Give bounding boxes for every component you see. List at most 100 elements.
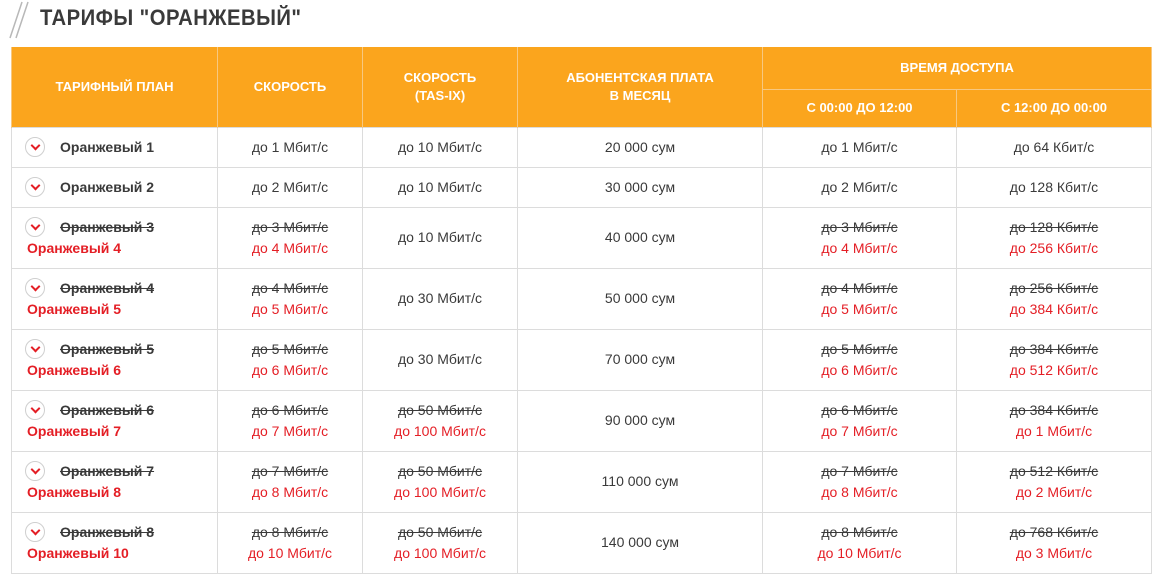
tasix-cell: до 50 Мбит/с до 100 Мбит/с: [362, 450, 518, 513]
plan-name-new: Оранжевый 5: [27, 300, 122, 317]
chevron-down-icon[interactable]: [25, 177, 45, 197]
table-row: Оранжевый 2 до 2 Мбит/с до 10 Мбит/с 30 …: [11, 166, 1152, 208]
chevron-down-icon[interactable]: [25, 400, 45, 420]
day-speed-cell: до 6 Мбит/с до 7 Мбит/с: [762, 389, 957, 452]
speed-old: до 3 Мбит/с: [251, 218, 329, 235]
tasix-cell: до 50 Мбит/с до 100 Мбит/с: [362, 389, 518, 452]
plan-name-old: Оранжевый 6: [60, 401, 155, 418]
header-access-day: С 00:00 ДО 12:00: [762, 88, 957, 127]
day-speed-new: до 7 Мбит/с: [821, 422, 898, 439]
tasix-old: до 50 Мбит/с: [397, 523, 483, 540]
header-access-night: С 12:00 ДО 00:00: [956, 88, 1152, 127]
night-speed-cell: до 384 Кбит/с до 1 Мбит/с: [956, 389, 1152, 452]
speed-new: до 10 Мбит/с: [247, 544, 333, 561]
night-speed-old: до 256 Кбит/с: [1009, 279, 1099, 296]
chevron-down-icon[interactable]: [25, 278, 45, 298]
speed-cell: до 1 Мбит/с: [217, 126, 363, 168]
chevron-down-icon[interactable]: [25, 137, 45, 157]
plan-name-new: Оранжевый 7: [27, 422, 122, 439]
table-row: Оранжевый 3 Оранжевый 4 до 3 Мбит/с до 4 …: [11, 206, 1152, 269]
speed-new: до 5 Мбит/с: [251, 300, 329, 317]
night-speed-new: до 512 Кбит/с: [1009, 361, 1099, 378]
speed-old: до 8 Мбит/с: [251, 523, 329, 540]
day-speed-old: до 8 Мбит/с: [821, 523, 898, 540]
speed-old: до 4 Мбит/с: [251, 279, 329, 296]
speed-old: до 6 Мбит/с: [251, 401, 329, 418]
tasix-new: до 100 Мбит/с: [394, 544, 486, 561]
chevron-down-icon[interactable]: [25, 461, 45, 481]
table-row: Оранжевый 4 Оранжевый 5 до 4 Мбит/с до 5 …: [11, 267, 1152, 330]
tasix-old: до 50 Мбит/с: [397, 462, 483, 479]
plan-name-old: Оранжевый 3: [60, 218, 155, 235]
fee-cell: 70 000 сум: [517, 328, 763, 391]
night-speed-new: до 384 Кбит/с: [1009, 300, 1099, 317]
night-speed-cell: до 64 Кбит/с: [956, 126, 1152, 168]
fee-cell: 140 000 сум: [517, 511, 763, 574]
plan-name-old: Оранжевый 7: [60, 462, 155, 479]
tariffs-page: ТАРИФЫ "ОРАНЖЕВЫЙ" ТАРИФНЫЙ ПЛАН СКОРОСТ…: [0, 0, 1161, 585]
table-row: Оранжевый 8 Оранжевый 10 до 8 Мбит/с до 1…: [11, 511, 1152, 574]
header-speed: СКОРОСТЬ: [217, 47, 363, 127]
day-speed-cell: до 3 Мбит/с до 4 Мбит/с: [762, 206, 957, 269]
night-speed-old: до 512 Кбит/с: [1009, 462, 1099, 479]
day-speed-old: до 4 Мбит/с: [821, 279, 898, 296]
plan-name: Оранжевый 1: [60, 138, 155, 155]
table-row: Оранжевый 5 Оранжевый 6 до 5 Мбит/с до 6 …: [11, 328, 1152, 391]
day-speed-cell: до 1 Мбит/с: [762, 126, 957, 168]
plan-name-new: Оранжевый 10: [27, 544, 129, 561]
fee-cell: 110 000 сум: [517, 450, 763, 513]
night-speed-old: до 768 Кбит/с: [1009, 523, 1099, 540]
chevron-down-icon[interactable]: [25, 522, 45, 542]
day-speed-cell: до 4 Мбит/с до 5 Мбит/с: [762, 267, 957, 330]
day-speed-cell: до 2 Мбит/с: [762, 166, 957, 208]
speed-cell: до 2 Мбит/с: [217, 166, 363, 208]
tasix-new: до 100 Мбит/с: [394, 422, 486, 439]
speed-cell: до 5 Мбит/с до 6 Мбит/с: [217, 328, 363, 391]
day-speed-cell: до 5 Мбит/с до 6 Мбит/с: [762, 328, 957, 391]
day-speed-cell: до 8 Мбит/с до 10 Мбит/с: [762, 511, 957, 574]
tasix-cell: до 30 Мбит/с: [362, 267, 518, 330]
chevron-down-icon[interactable]: [25, 339, 45, 359]
speed-cell: до 8 Мбит/с до 10 Мбит/с: [217, 511, 363, 574]
day-speed-new: до 6 Мбит/с: [821, 361, 898, 378]
plan-cell: Оранжевый 8 Оранжевый 10: [11, 511, 218, 574]
table-row: Оранжевый 6 Оранжевый 7 до 6 Мбит/с до 7 …: [11, 389, 1152, 452]
speed-new: до 4 Мбит/с: [251, 239, 329, 256]
header-plan: ТАРИФНЫЙ ПЛАН: [11, 47, 218, 127]
day-speed-new: до 5 Мбит/с: [821, 300, 898, 317]
plan-name-new: Оранжевый 8: [27, 483, 122, 500]
speed-new: до 7 Мбит/с: [251, 422, 329, 439]
page-title: ТАРИФЫ "ОРАНЖЕВЫЙ": [40, 5, 302, 30]
tasix-cell: до 30 Мбит/с: [362, 328, 518, 391]
plan-cell: Оранжевый 1: [11, 126, 218, 168]
plan-name-new: Оранжевый 6: [27, 361, 122, 378]
table-row: Оранжевый 1 до 1 Мбит/с до 10 Мбит/с 20 …: [11, 126, 1152, 168]
chevron-down-icon[interactable]: [25, 217, 45, 237]
speed-old: до 7 Мбит/с: [251, 462, 329, 479]
plan-name: Оранжевый 2: [60, 178, 155, 195]
night-speed-cell: до 384 Кбит/с до 512 Кбит/с: [956, 328, 1152, 391]
day-speed-new: до 4 Мбит/с: [821, 239, 898, 256]
tasix-old: до 50 Мбит/с: [397, 401, 483, 418]
plan-cell: Оранжевый 4 Оранжевый 5: [11, 267, 218, 330]
night-speed-old: до 384 Кбит/с: [1009, 401, 1099, 418]
header-access: ВРЕМЯ ДОСТУПА: [762, 47, 1152, 89]
tasix-cell: до 10 Мбит/с: [362, 166, 518, 208]
night-speed-cell: до 128 Кбит/с: [956, 166, 1152, 208]
tasix-new: до 100 Мбит/с: [394, 483, 486, 500]
day-speed-new: до 8 Мбит/с: [821, 483, 898, 500]
speed-old: до 5 Мбит/с: [251, 340, 329, 357]
day-speed-cell: до 7 Мбит/с до 8 Мбит/с: [762, 450, 957, 513]
speed-cell: до 6 Мбит/с до 7 Мбит/с: [217, 389, 363, 452]
plan-cell: Оранжевый 5 Оранжевый 6: [11, 328, 218, 391]
plan-cell: Оранжевый 6 Оранжевый 7: [11, 389, 218, 452]
fee-cell: 50 000 сум: [517, 267, 763, 330]
plan-cell: Оранжевый 7 Оранжевый 8: [11, 450, 218, 513]
speed-cell: до 7 Мбит/с до 8 Мбит/с: [217, 450, 363, 513]
day-speed-new: до 10 Мбит/с: [817, 544, 902, 561]
plan-name-old: Оранжевый 4: [60, 279, 155, 296]
night-speed-new: до 2 Мбит/с: [1015, 483, 1093, 500]
speed-new: до 8 Мбит/с: [251, 483, 329, 500]
fee-cell: 90 000 сум: [517, 389, 763, 452]
tasix-cell: до 50 Мбит/с до 100 Мбит/с: [362, 511, 518, 574]
